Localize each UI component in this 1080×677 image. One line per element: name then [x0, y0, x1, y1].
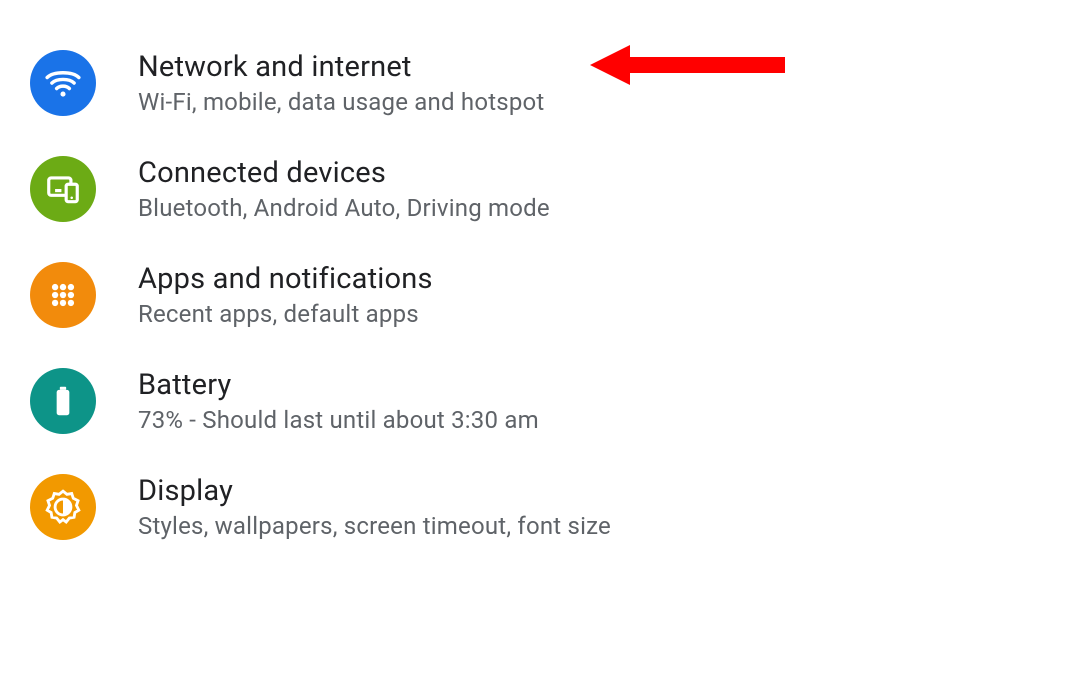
settings-item-apps[interactable]: Apps and notifications Recent apps, defa…: [0, 242, 1080, 348]
item-subtitle: 73% - Should last until about 3:30 am: [138, 406, 539, 434]
display-icon: [30, 474, 96, 540]
settings-list: Network and internet Wi-Fi, mobile, data…: [0, 0, 1080, 590]
item-title: Connected devices: [138, 156, 550, 190]
item-text: Battery 73% - Should last until about 3:…: [138, 368, 539, 434]
battery-icon: [30, 368, 96, 434]
settings-item-connected-devices[interactable]: Connected devices Bluetooth, Android Aut…: [0, 136, 1080, 242]
item-title: Apps and notifications: [138, 262, 433, 296]
item-subtitle: Styles, wallpapers, screen timeout, font…: [138, 512, 611, 540]
item-text: Apps and notifications Recent apps, defa…: [138, 262, 433, 328]
item-title: Network and internet: [138, 50, 544, 84]
settings-item-network[interactable]: Network and internet Wi-Fi, mobile, data…: [0, 30, 1080, 136]
item-title: Battery: [138, 368, 539, 402]
wifi-icon: [30, 50, 96, 116]
item-subtitle: Wi-Fi, mobile, data usage and hotspot: [138, 88, 544, 116]
item-text: Display Styles, wallpapers, screen timeo…: [138, 474, 611, 540]
item-subtitle: Bluetooth, Android Auto, Driving mode: [138, 194, 550, 222]
item-text: Network and internet Wi-Fi, mobile, data…: [138, 50, 544, 116]
item-text: Connected devices Bluetooth, Android Aut…: [138, 156, 550, 222]
item-title: Display: [138, 474, 611, 508]
settings-item-display[interactable]: Display Styles, wallpapers, screen timeo…: [0, 454, 1080, 560]
settings-item-battery[interactable]: Battery 73% - Should last until about 3:…: [0, 348, 1080, 454]
apps-icon: [30, 262, 96, 328]
devices-icon: [30, 156, 96, 222]
item-subtitle: Recent apps, default apps: [138, 300, 433, 328]
